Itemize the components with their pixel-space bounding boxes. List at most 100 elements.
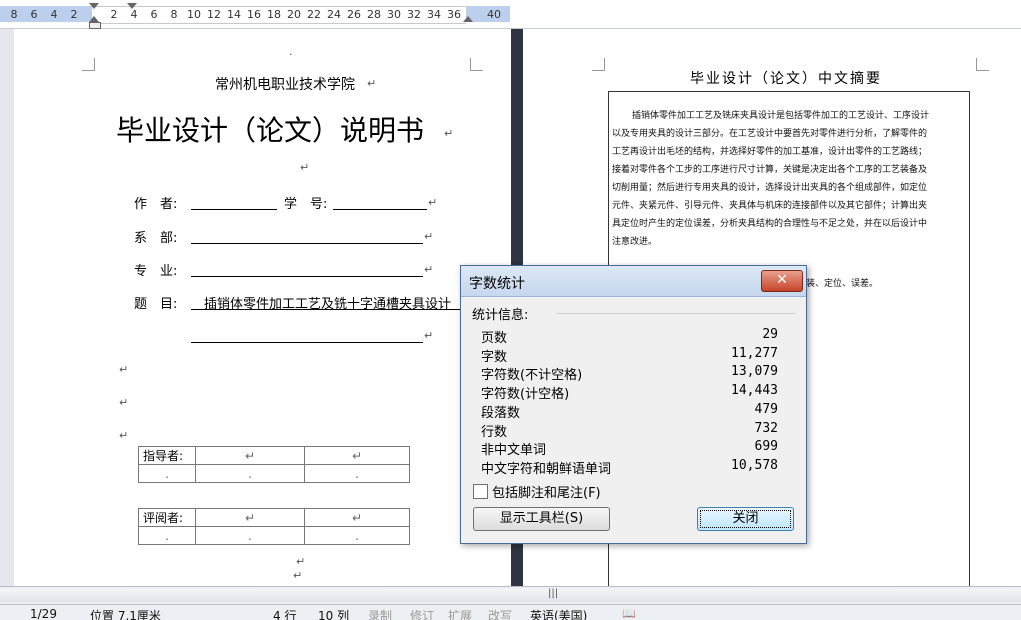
close-button-label: 关闭 [732,511,759,526]
department-field-line[interactable] [191,243,423,244]
ruler-tick: 12 [207,8,221,21]
ruler-tick: 18 [267,8,281,21]
close-button[interactable]: 关闭 [697,507,794,531]
stat-value-words: 11,277 [731,346,778,361]
reviewer-table[interactable]: 评阅者: ↵ ↵ ... [138,508,410,545]
ruler-tick: 26 [347,8,361,21]
close-icon[interactable]: ✕ [761,270,803,292]
abstract-heading: 毕业设计（论文）中文摘要 [690,71,882,87]
abstract-body: 插销体零件加工工艺及铣床夹具设计是包括零件加工的工艺设计、工序设计 以及专用夹具… [612,107,968,251]
major-field-line[interactable] [191,276,423,277]
institution-name: 常州机电职业技术学院 [215,77,355,93]
abstract-line: 元件、夹紧元件、引导元件、夹具体与机床的连接部件以及其它部件；计算出夹 [612,201,928,211]
status-bar: 1/29 位置 7.1厘米 4 行 10 列 录制 修订 扩展 改写 英语(美国… [0,604,1021,620]
ruler-tick: 10 [187,8,201,21]
stat-label-cjk-chars: 中文字符和朝鲜语单词 [481,462,612,477]
abstract-line: 工艺再设计出毛坯的结构，并选择好零件的加工基准，设计出零件的工艺路线； [612,147,928,157]
keywords-tail: 装、定位、误差。 [806,279,879,289]
ruler-tick: 4 [50,8,58,21]
paragraph-mark: ↵ [428,196,438,209]
ruler-tick: 22 [307,8,321,21]
stat-value-cjk-chars: 10,578 [731,458,778,473]
ruler-tick: 8 [170,8,178,21]
status-extend[interactable]: 扩展 [448,607,472,620]
dialog-title-bar[interactable]: 字数统计 ✕ [461,266,806,297]
stat-value-non-chinese-words: 699 [754,439,778,454]
author-field-line[interactable] [191,209,277,210]
ruler-tick: 2 [70,8,78,21]
stat-label-paragraphs: 段落数 [481,406,521,421]
right-indent-handle[interactable] [463,16,473,22]
topic-label: 题 目: [134,297,178,312]
first-line-indent-handle[interactable] [89,3,99,9]
topic-field-line-2[interactable] [191,342,423,343]
advisor-table[interactable]: 指导者: ↵ ↵ ... [138,446,410,483]
word-count-dialog[interactable]: 字数统计 ✕ 统计信息: 页数 29 字数 11,277 字符数(不计空格) 1… [460,265,807,544]
proofing-icon[interactable]: 📖 [622,607,636,620]
table-cell[interactable]: ↵ [195,446,305,465]
student-number-field-line[interactable] [333,209,427,210]
document-title: 毕业设计（论文）说明书 [116,114,425,147]
status-page[interactable]: 1/29 [30,607,57,620]
statistics-section-label: 统计信息: [472,308,529,323]
table-cell[interactable]: ↵ [195,508,305,527]
tab-stop-marker[interactable] [127,3,137,9]
crop-mark [82,58,95,71]
stat-value-chars-with-spaces: 14,443 [731,383,778,398]
topic-field-line[interactable] [191,309,461,310]
stat-label-lines: 行数 [481,425,508,440]
ruler-tick: 28 [367,8,381,21]
ruler-tick: 6 [150,8,158,21]
stat-label-non-chinese-words: 非中文单词 [481,443,547,458]
ruler-tick: 4 [130,8,138,21]
author-label: 作 者: [134,197,178,212]
stat-value-chars-no-spaces: 13,079 [731,364,778,379]
paragraph-mark: . [289,45,293,58]
include-footnotes-label[interactable]: 包括脚注和尾注(F) [492,482,601,501]
paragraph-mark: ↵ [367,77,377,90]
horizontal-ruler[interactable]: 8 6 4 2 2 4 6 8 10 12 14 16 18 20 22 24 … [0,0,1021,29]
abstract-line: 具定位时产生的定位误差，分析夹具结构的合理性与不足之处，并在以后设计中 [612,219,928,229]
department-label: 系 部: [134,231,178,246]
ruler-tick: 8 [10,8,18,21]
abstract-line: 接着对零件各个工步的工序进行尺寸计算，关键是决定出各个工序的工艺装备及 [612,165,928,175]
stat-value-pages: 29 [762,327,778,342]
table-cell[interactable]: . [138,526,196,545]
status-language[interactable]: 英语(美国) [530,607,587,620]
abstract-line: 插销体零件加工工艺及铣床夹具设计是包括零件加工的工艺设计、工序设计 [632,111,930,121]
ruler-tick: 34 [427,8,441,21]
paragraph-mark: ↵ [293,569,303,582]
stat-label-pages: 页数 [481,331,508,346]
status-record[interactable]: 录制 [368,607,392,620]
table-cell[interactable]: ↵ [304,446,410,465]
scrollbar-thumb[interactable] [0,589,1021,602]
table-cell[interactable]: . [304,526,410,545]
include-footnotes-checkbox[interactable] [473,484,488,499]
table-cell[interactable]: ↵ [304,508,410,527]
paragraph-mark: ↵ [424,329,434,342]
table-cell[interactable]: . [195,526,305,545]
table-cell[interactable]: . [195,464,305,483]
table-cell[interactable]: . [304,464,410,483]
advisor-label: 指导者: [138,446,196,465]
left-gutter [0,29,14,586]
paragraph-mark: ↵ [119,396,129,409]
table-cell[interactable]: . [138,464,196,483]
dialog-title: 字数统计 [469,276,525,292]
ruler-tick: 32 [407,8,421,21]
horizontal-scrollbar[interactable]: ||| [0,586,1021,605]
status-row: 4 行 [273,609,297,620]
status-position: 位置 7.1厘米 [90,609,161,620]
crop-mark [592,58,605,71]
paragraph-mark: ↵ [119,429,129,442]
paragraph-mark: ↵ [444,127,454,140]
paragraph-mark: ↵ [424,263,434,276]
status-revise[interactable]: 修订 [410,607,434,620]
status-overwrite[interactable]: 改写 [488,607,512,620]
stat-value-lines: 732 [754,421,778,436]
ruler-tick: 2 [110,8,118,21]
left-indent-handle[interactable] [89,22,101,29]
show-toolbar-button[interactable]: 显示工具栏(S) [473,507,610,531]
student-number-label: 学 号: [284,197,328,212]
paragraph-mark: ↵ [424,230,434,243]
